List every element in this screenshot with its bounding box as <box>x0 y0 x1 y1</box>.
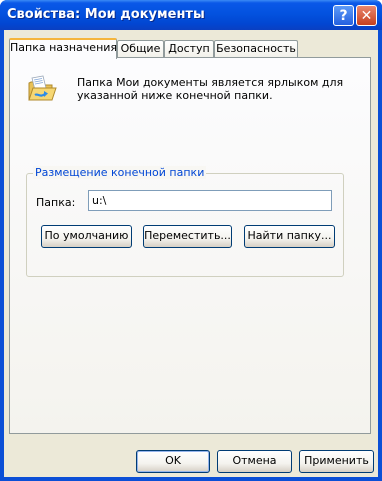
folder-label: Папка: <box>36 196 76 209</box>
tab-general[interactable]: Общие <box>117 40 164 57</box>
title-bar[interactable]: Свойства: Мои документы ? ✕ <box>0 0 382 30</box>
find-target-label: Найти папку... <box>247 229 332 242</box>
cancel-label: Отмена <box>232 454 277 467</box>
cancel-button[interactable]: Отмена <box>217 450 292 473</box>
window-title: Свойства: Мои документы <box>7 7 205 22</box>
description-text: Папка Мои документы является ярлыком для… <box>77 76 344 102</box>
tab-panel: Папка Мои документы является ярлыком для… <box>9 57 371 434</box>
group-title: Размещение конечной папки <box>33 166 207 179</box>
move-label: Переместить... <box>144 229 231 242</box>
properties-window: Свойства: Мои документы ? ✕ Папка назнач… <box>0 0 382 481</box>
close-button[interactable]: ✕ <box>356 5 377 26</box>
tab-sharing[interactable]: Доступ <box>164 40 214 57</box>
dialog-body: Папка назначения Общие Доступ Безопаснос… <box>4 30 378 477</box>
tab-target-folder[interactable]: Папка назначения <box>9 38 117 59</box>
help-button[interactable]: ? <box>333 5 354 26</box>
folder-icon <box>28 75 57 101</box>
help-icon: ? <box>339 7 348 24</box>
close-icon: ✕ <box>360 7 373 24</box>
target-location-group: Размещение конечной папки Папка: u:\ По … <box>26 166 344 277</box>
ok-button[interactable]: OK <box>136 450 210 473</box>
restore-default-label: По умолчанию <box>44 229 129 242</box>
move-button[interactable]: Переместить... <box>143 225 232 248</box>
find-target-button[interactable]: Найти папку... <box>244 225 335 248</box>
apply-label: Применить <box>304 454 369 467</box>
restore-default-button[interactable]: По умолчанию <box>41 225 132 248</box>
folder-path-input[interactable]: u:\ <box>88 190 332 211</box>
tab-security[interactable]: Безопасность <box>214 40 298 57</box>
apply-button[interactable]: Применить <box>299 450 374 473</box>
ok-label: OK <box>165 454 181 467</box>
